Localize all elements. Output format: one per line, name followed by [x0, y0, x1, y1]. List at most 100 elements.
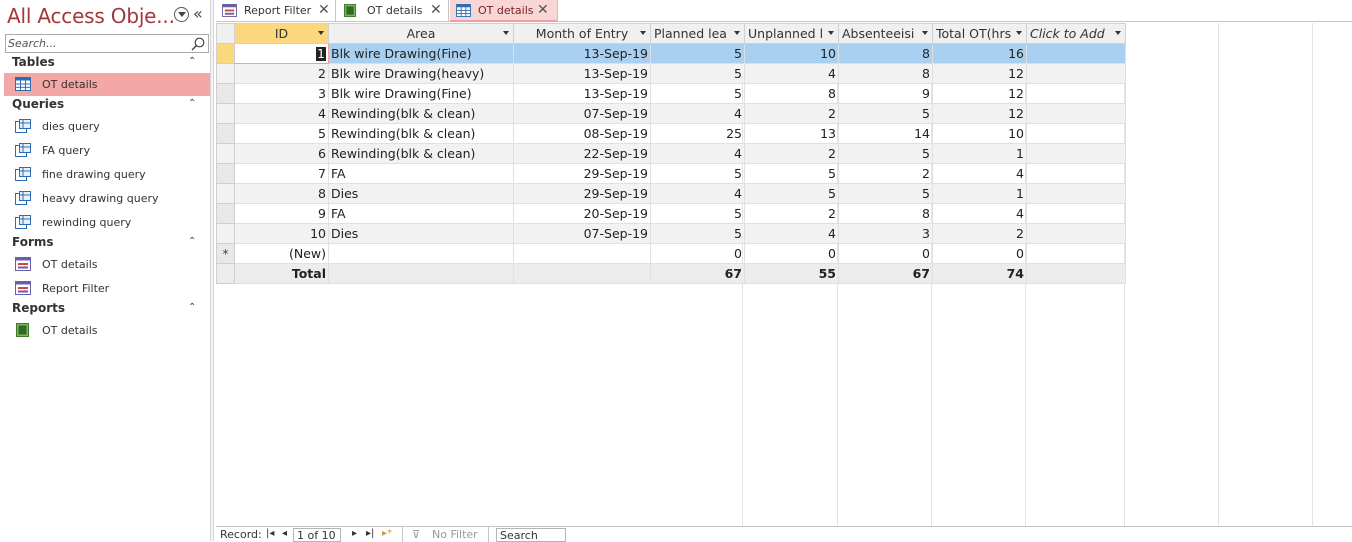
record-selector[interactable] [216, 223, 235, 244]
select-all-corner[interactable] [216, 23, 235, 44]
table-cell-click-to-add[interactable] [1026, 203, 1126, 224]
table-row[interactable]: 10 Dies 07-Sep-19 5 4 3 2 [216, 223, 1126, 244]
column-header-area[interactable]: Area [328, 23, 514, 44]
pane-splitter[interactable] [210, 0, 214, 541]
group-header-tables[interactable]: Tables ⌃ [0, 54, 210, 72]
record-selector[interactable] [216, 163, 235, 184]
table-cell[interactable]: 0 [932, 243, 1027, 264]
nav-item-report-filter-form[interactable]: Report Filter [4, 277, 210, 300]
table-cell[interactable]: (New) [234, 243, 329, 264]
sort-filter-dropdown-icon[interactable] [503, 31, 509, 35]
record-selector[interactable] [216, 183, 235, 204]
table-cell[interactable]: 4 [650, 183, 745, 204]
nav-menu-dropdown-icon[interactable] [174, 7, 189, 22]
table-cell[interactable]: 4 [650, 103, 745, 124]
table-cell[interactable]: 13-Sep-19 [513, 63, 651, 84]
table-cell[interactable]: 4 [744, 223, 839, 244]
table-cell[interactable]: 8 [234, 183, 329, 204]
table-cell[interactable]: 8 [838, 63, 933, 84]
column-header-total-ot[interactable]: Total OT(hrs [932, 23, 1027, 44]
no-filter-indicator[interactable]: No Filter [432, 528, 478, 541]
table-cell[interactable]: Dies [328, 183, 514, 204]
nav-item-dies-query[interactable]: dies query [4, 115, 210, 138]
total-cell[interactable]: 67 [650, 263, 745, 284]
next-record-icon[interactable]: ▸ [352, 528, 357, 539]
table-cell[interactable]: 5 [838, 103, 933, 124]
nav-title[interactable]: All Access Obje... [7, 4, 175, 28]
table-row[interactable]: 7 FA 29-Sep-19 5 5 2 4 [216, 163, 1126, 184]
record-search-input[interactable]: Search [496, 528, 566, 542]
table-cell-click-to-add[interactable] [1026, 243, 1126, 264]
table-cell[interactable]: 5 [650, 203, 745, 224]
table-cell[interactable]: 14 [838, 123, 933, 144]
group-header-reports[interactable]: Reports ⌃ [0, 300, 210, 318]
table-cell[interactable]: 07-Sep-19 [513, 223, 651, 244]
table-cell[interactable]: 2 [234, 63, 329, 84]
sort-filter-dropdown-icon[interactable] [318, 31, 324, 35]
table-cell[interactable]: 4 [932, 163, 1027, 184]
table-cell-click-to-add[interactable] [1026, 103, 1126, 124]
table-cell-click-to-add[interactable] [1026, 123, 1126, 144]
record-selector[interactable] [216, 83, 235, 104]
first-record-icon[interactable]: |◂ [266, 528, 274, 539]
nav-item-fa-query[interactable]: FA query [4, 139, 210, 162]
table-cell[interactable]: 0 [650, 243, 745, 264]
table-row[interactable]: 3 Blk wire Drawing(Fine) 13-Sep-19 5 8 9 12 [216, 83, 1126, 104]
close-icon[interactable]: ✕ [430, 2, 442, 18]
table-cell-click-to-add[interactable] [1026, 83, 1126, 104]
table-cell[interactable]: Blk wire Drawing(heavy) [328, 63, 514, 84]
table-cell[interactable]: Dies [328, 223, 514, 244]
table-cell[interactable]: 12 [932, 103, 1027, 124]
table-row[interactable]: 8 Dies 29-Sep-19 4 5 5 1 [216, 183, 1126, 204]
table-cell[interactable]: Rewinding(blk & clean) [328, 103, 514, 124]
record-selector[interactable] [216, 143, 235, 164]
tab-report-filter[interactable]: Report Filter ✕ [216, 0, 336, 22]
record-selector[interactable] [216, 103, 235, 124]
nav-search-input[interactable] [8, 36, 188, 51]
table-cell[interactable]: 3 [234, 83, 329, 104]
new-record-icon[interactable]: ▸* [382, 528, 392, 539]
table-cell[interactable]: 3 [838, 223, 933, 244]
column-header-id[interactable]: ID [234, 23, 329, 44]
nav-item-fine-drawing-query[interactable]: fine drawing query [4, 163, 210, 186]
table-cell[interactable]: 08-Sep-19 [513, 123, 651, 144]
total-cell[interactable]: 74 [932, 263, 1027, 284]
nav-item-heavy-drawing-query[interactable]: heavy drawing query [4, 187, 210, 210]
table-cell[interactable]: 20-Sep-19 [513, 203, 651, 224]
total-cell[interactable]: 55 [744, 263, 839, 284]
table-cell[interactable]: 13-Sep-19 [513, 43, 651, 64]
table-cell[interactable]: 1 [932, 143, 1027, 164]
table-cell[interactable]: 2 [744, 103, 839, 124]
table-cell-click-to-add[interactable] [1026, 163, 1126, 184]
table-cell[interactable]: 0 [838, 243, 933, 264]
table-cell-click-to-add[interactable] [1026, 43, 1126, 64]
sort-filter-dropdown-icon[interactable] [640, 31, 646, 35]
search-icon[interactable] [191, 37, 205, 51]
chevron-up-icon[interactable]: ⌃ [188, 302, 196, 313]
chevron-up-icon[interactable]: ⌃ [188, 236, 196, 247]
close-icon[interactable]: ✕ [318, 2, 330, 18]
table-cell[interactable]: 4 [650, 143, 745, 164]
table-row[interactable]: 9 FA 20-Sep-19 5 2 8 4 [216, 203, 1126, 224]
table-cell[interactable] [513, 263, 651, 284]
table-cell[interactable]: 4 [932, 203, 1027, 224]
nav-item-rewinding-query[interactable]: rewinding query [4, 211, 210, 234]
tab-ot-details-table[interactable]: OT details ✕ [450, 0, 558, 22]
table-cell[interactable] [328, 243, 514, 264]
table-cell[interactable]: Rewinding(blk & clean) [328, 123, 514, 144]
close-icon[interactable]: ✕ [537, 2, 549, 18]
sort-filter-dropdown-icon[interactable] [1115, 31, 1121, 35]
last-record-icon[interactable]: ▸| [366, 528, 374, 539]
tab-ot-details-report[interactable]: OT details ✕ [337, 0, 449, 22]
table-cell[interactable]: 5 [650, 163, 745, 184]
collapse-pane-icon[interactable]: « [193, 4, 203, 23]
table-cell[interactable]: 07-Sep-19 [513, 103, 651, 124]
table-cell[interactable]: 5 [650, 83, 745, 104]
table-cell[interactable]: Rewinding(blk & clean) [328, 143, 514, 164]
record-selector[interactable] [216, 43, 235, 64]
column-header-month-of-entry[interactable]: Month of Entry [513, 23, 651, 44]
group-header-forms[interactable]: Forms ⌃ [0, 234, 210, 252]
previous-record-icon[interactable]: ◂ [282, 528, 287, 539]
table-cell[interactable]: 4 [234, 103, 329, 124]
table-cell[interactable]: 5 [744, 163, 839, 184]
